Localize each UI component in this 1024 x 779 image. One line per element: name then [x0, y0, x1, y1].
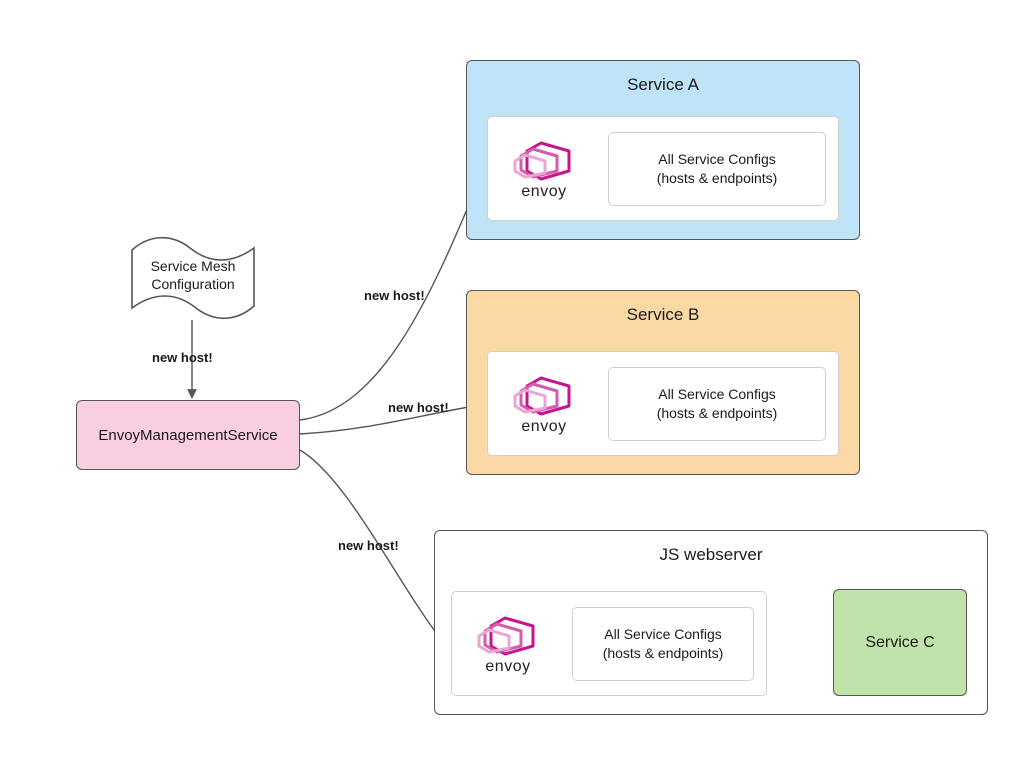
config-line2: (hosts & endpoints) [657, 404, 778, 422]
edge-label-ems-to-serviceA: new host! [364, 288, 425, 303]
config-line2: (hosts & endpoints) [657, 169, 778, 187]
service-a-title: Service A [467, 61, 859, 95]
service-mesh-config-doc: Service Mesh Configuration [128, 232, 258, 320]
js-webserver-title: JS webserver [435, 531, 987, 565]
envoy-icon [511, 137, 577, 183]
doc-line2: Configuration [151, 276, 234, 292]
diagram-canvas: Service Mesh Configuration new host! new… [0, 0, 1024, 779]
envoy-logo-jsws: envoy [464, 604, 552, 684]
service-b-inner: envoy All Service Configs (hosts & endpo… [487, 351, 839, 456]
config-box-jsws: All Service Configs (hosts & endpoints) [572, 607, 754, 681]
service-c-node: Service C [833, 589, 967, 696]
config-box-serviceB: All Service Configs (hosts & endpoints) [608, 367, 826, 441]
edge-label-ems-to-serviceB: new host! [388, 400, 449, 415]
envoy-icon [475, 612, 541, 658]
config-line1: All Service Configs [658, 150, 776, 168]
envoy-management-service-node: EnvoyManagementService [76, 400, 300, 470]
config-line1: All Service Configs [658, 385, 776, 403]
service-c-label: Service C [865, 634, 934, 652]
service-a-container: Service A envoy All Service Configs (hos… [466, 60, 860, 240]
envoy-wordmark: envoy [521, 183, 566, 201]
edge-label-mesh-to-ems: new host! [152, 350, 213, 365]
js-webserver-inner: envoy All Service Configs (hosts & endpo… [451, 591, 767, 696]
service-mesh-config-text: Service Mesh Configuration [134, 258, 252, 293]
envoy-management-service-label: EnvoyManagementService [98, 427, 277, 444]
config-box-serviceA: All Service Configs (hosts & endpoints) [608, 132, 826, 206]
js-webserver-container: JS webserver envoy All Service Configs (… [434, 530, 988, 715]
envoy-logo-serviceB: envoy [500, 364, 588, 444]
edge-label-ems-to-jsws: new host! [338, 538, 399, 553]
envoy-logo-serviceA: envoy [500, 129, 588, 209]
envoy-wordmark: envoy [485, 658, 530, 676]
envoy-icon [511, 372, 577, 418]
service-b-title: Service B [467, 291, 859, 325]
doc-line1: Service Mesh [151, 258, 236, 274]
envoy-wordmark: envoy [521, 418, 566, 436]
service-b-container: Service B envoy All Service Configs (hos… [466, 290, 860, 475]
config-line1: All Service Configs [604, 625, 722, 643]
service-a-inner: envoy All Service Configs (hosts & endpo… [487, 116, 839, 221]
config-line2: (hosts & endpoints) [603, 644, 724, 662]
